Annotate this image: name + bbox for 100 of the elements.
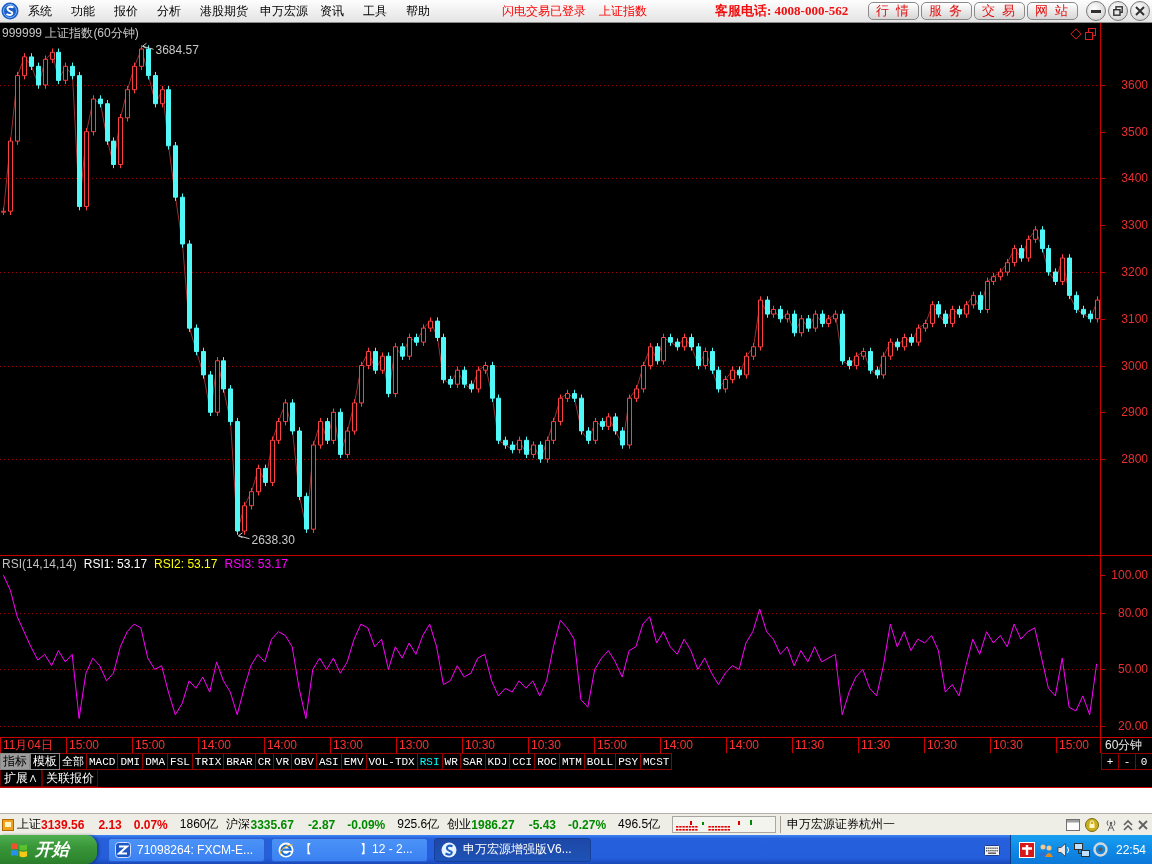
candlestick xyxy=(613,412,618,436)
candlestick xyxy=(1012,244,1017,267)
candlestick xyxy=(455,365,460,389)
scale-button[interactable]: - xyxy=(1118,753,1135,770)
menu-item[interactable]: 功能 xyxy=(65,2,108,20)
start-button[interactable]: 开始 xyxy=(0,835,97,864)
candlestick xyxy=(689,333,694,352)
menu-item[interactable]: 报价 xyxy=(108,2,151,20)
indicator-tab[interactable]: BOLL xyxy=(584,753,617,770)
candlestick xyxy=(524,436,529,459)
extra-tab[interactable]: 扩展∧ xyxy=(0,770,42,787)
candlestick xyxy=(146,44,151,80)
diamond-icon[interactable] xyxy=(1070,28,1082,40)
candlestick xyxy=(249,487,254,510)
candlestick xyxy=(428,316,433,333)
menu-item[interactable]: 资讯 xyxy=(314,2,357,20)
nav-button[interactable]: 行 情 xyxy=(868,2,919,20)
candlestick xyxy=(634,384,639,403)
indicator-tab[interactable]: RSI xyxy=(417,753,443,770)
indicator-tab[interactable]: ROC xyxy=(535,753,560,770)
candlestick xyxy=(70,62,75,80)
candlestick xyxy=(998,267,1003,281)
lock-icon[interactable] xyxy=(1085,817,1099,832)
indicator-tab[interactable]: ASI xyxy=(316,753,342,770)
candlestick xyxy=(393,342,398,398)
indicator-tab[interactable]: 全部 xyxy=(60,753,87,770)
menu-item[interactable]: 分析 xyxy=(151,2,194,20)
ring-icon[interactable] xyxy=(1093,842,1108,857)
legend-value: RSI2: 53.17 xyxy=(154,557,218,571)
hotline-text: 客服电话: 4008-000-562 xyxy=(715,2,849,20)
candlestick xyxy=(366,347,371,370)
candlestick xyxy=(861,347,866,361)
nav-button[interactable]: 网 站 xyxy=(1027,2,1078,20)
index-change: -5.43 xyxy=(528,817,557,832)
mode-tab[interactable]: 指标 xyxy=(0,753,30,770)
overlapping-squares-icon[interactable] xyxy=(1085,28,1096,40)
index-name: 创业 xyxy=(447,816,472,833)
candlestick xyxy=(318,417,323,450)
axis-label: 100.00 xyxy=(1111,568,1148,583)
indicator-tab[interactable]: MACD xyxy=(87,753,119,770)
candlestick xyxy=(593,417,598,445)
indicator-tab[interactable]: SAR xyxy=(460,753,486,770)
cross-icon[interactable] xyxy=(1138,819,1148,830)
candlestick xyxy=(338,408,343,459)
keyboard-icon[interactable] xyxy=(984,843,1000,856)
indicator-tab[interactable]: VOL-TDX xyxy=(366,753,418,770)
cross-tile-icon[interactable] xyxy=(1019,841,1035,858)
indicator-tab[interactable]: FSL xyxy=(168,753,193,770)
app-tile-icon[interactable] xyxy=(2,818,14,831)
extra-tab[interactable]: 关联报价 xyxy=(42,770,98,787)
candlestick xyxy=(964,300,969,319)
index-turnover: 925.6亿 xyxy=(397,816,440,833)
indicator-tab[interactable]: OBV xyxy=(292,753,317,770)
candlestick xyxy=(682,333,687,352)
candlestick xyxy=(785,309,790,323)
indicator-tab[interactable]: KDJ xyxy=(485,753,511,770)
indicator-tab[interactable]: MTM xyxy=(560,753,585,770)
axis-label: 50.00 xyxy=(1117,662,1148,677)
nav-button[interactable]: 交 易 xyxy=(974,2,1025,20)
scale-button[interactable]: + xyxy=(1101,753,1118,770)
candlestick xyxy=(792,309,797,337)
candlestick xyxy=(173,141,178,202)
candlestick xyxy=(256,464,261,496)
indicator-tab[interactable]: DMA xyxy=(143,753,169,770)
indicator-tab[interactable]: EMV xyxy=(341,753,367,770)
window-icon[interactable] xyxy=(1066,818,1080,831)
nav-button[interactable]: 服 务 xyxy=(921,2,972,20)
candlestick xyxy=(510,440,515,454)
axis-label: 3500 xyxy=(1121,124,1148,139)
antenna-icon[interactable] xyxy=(1104,817,1118,832)
candlestick xyxy=(1067,253,1072,300)
mode-tab[interactable]: 模板 xyxy=(30,753,60,770)
indicator-tab[interactable]: TRIX xyxy=(192,753,225,770)
speaker-icon[interactable] xyxy=(1057,841,1071,858)
menu-item[interactable]: 系统 xyxy=(22,2,65,20)
candlestick xyxy=(675,337,680,352)
candlestick xyxy=(201,347,206,380)
legend-value: RSI3: 53.17 xyxy=(224,557,288,571)
menu-item[interactable]: 帮助 xyxy=(400,2,443,20)
task-button[interactable]: 申万宏源增强版V6... xyxy=(434,837,591,862)
menu-item[interactable]: 申万宏源 xyxy=(254,2,314,20)
indicator-tab[interactable]: PSY xyxy=(616,753,641,770)
menu-item[interactable]: 港股期货 xyxy=(194,2,254,20)
axis-label: 3400 xyxy=(1121,171,1148,186)
scale-button[interactable]: 0 xyxy=(1135,753,1152,770)
minimize-button[interactable] xyxy=(1086,1,1106,21)
indicator-tab[interactable]: CCI xyxy=(510,753,536,770)
indicator-tab[interactable]: BRAR xyxy=(224,753,256,770)
restore-button[interactable] xyxy=(1108,1,1128,21)
candlestick xyxy=(1074,291,1079,314)
price-annotation: 2638.30 xyxy=(238,532,295,547)
candlestick xyxy=(579,394,584,436)
candlestick xyxy=(421,323,426,347)
menu-item[interactable]: 工具 xyxy=(357,2,400,20)
candlestick xyxy=(139,44,144,71)
network-icon[interactable] xyxy=(1074,841,1090,858)
indicator-tab[interactable]: DMI xyxy=(118,753,144,770)
close-button[interactable] xyxy=(1130,1,1150,21)
double-arrow-up-icon[interactable] xyxy=(1123,818,1133,831)
indicator-tab[interactable]: MCST xyxy=(641,753,673,770)
